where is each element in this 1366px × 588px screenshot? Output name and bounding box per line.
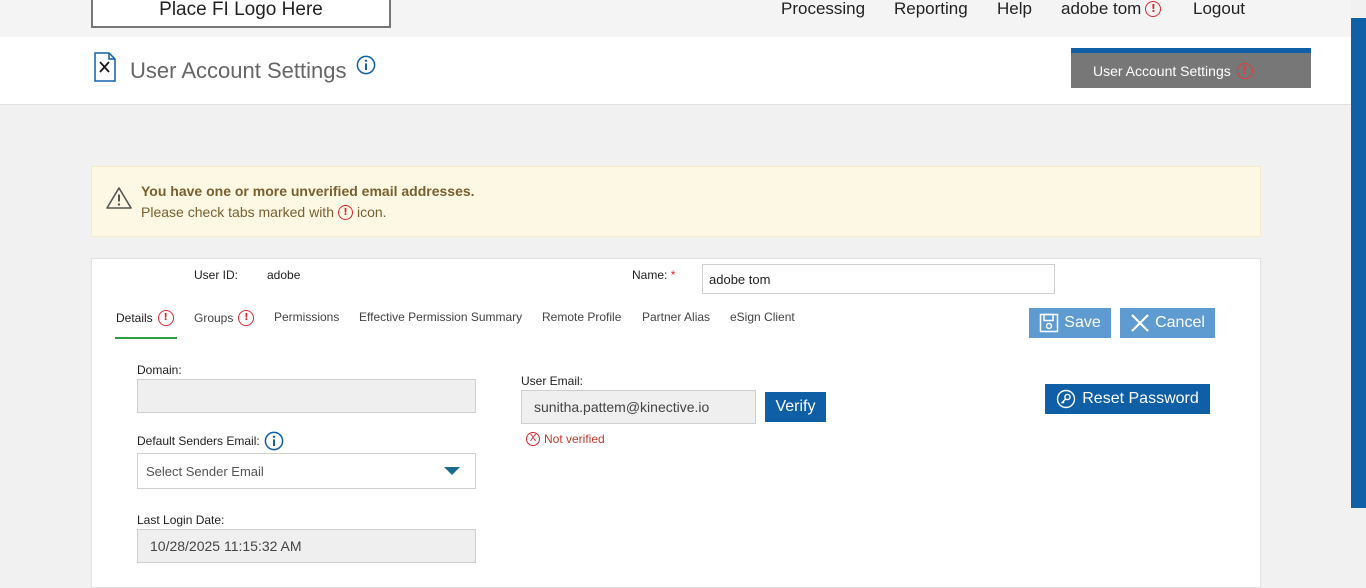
tab-partner-alias[interactable]: Partner Alias	[642, 310, 710, 324]
warning-icon	[106, 187, 132, 209]
sender-email-select[interactable]: Select Sender Email	[137, 453, 476, 489]
tab-groups[interactable]: Groups !	[194, 310, 255, 326]
alert-icon: !	[1145, 1, 1162, 17]
info-icon[interactable]	[264, 431, 284, 451]
cancel-button[interactable]: Cancel	[1120, 308, 1215, 338]
verify-button[interactable]: Verify	[765, 392, 826, 422]
scrollbar[interactable]	[1351, 18, 1366, 508]
warning-message-suffix: icon.	[356, 204, 387, 220]
sender-select-placeholder: Select Sender Email	[146, 463, 264, 479]
active-tab-indicator	[115, 337, 177, 339]
user-account-settings-tab[interactable]: User Account Settings !	[1071, 48, 1311, 88]
tab-permissions[interactable]: Permissions	[274, 310, 339, 324]
info-icon[interactable]	[356, 55, 376, 75]
save-icon	[1040, 313, 1059, 333]
default-senders-label-text: Default Senders Email:	[137, 434, 260, 448]
warning-banner	[91, 166, 1261, 237]
nav-processing[interactable]: Processing	[781, 0, 865, 18]
default-senders-label: Default Senders Email:	[137, 431, 284, 451]
alert-icon: !	[337, 204, 353, 220]
nav-reporting[interactable]: Reporting	[894, 0, 968, 18]
alert-icon: !	[157, 310, 174, 326]
tab-effective-permission-summary[interactable]: Effective Permission Summary	[359, 310, 522, 324]
nav-user-menu[interactable]: adobe tom !	[1061, 0, 1162, 18]
logo-placeholder[interactable]: Place FI Logo Here	[91, 0, 391, 28]
nav-user-name: adobe tom	[1061, 0, 1142, 18]
name-label: Name: *	[632, 268, 675, 282]
x-circle-icon: X	[526, 432, 540, 446]
warning-message-text: Please check tabs marked with	[141, 204, 334, 220]
warning-title: You have one or more unverified email ad…	[141, 183, 475, 199]
alert-icon: !	[238, 310, 255, 326]
alert-icon: !	[1236, 62, 1253, 79]
name-input[interactable]	[702, 264, 1055, 294]
email-status: X Not verified	[526, 432, 605, 446]
user-email-label: User Email:	[521, 374, 584, 388]
tab-groups-label: Groups	[194, 311, 234, 325]
nav-logout[interactable]: Logout	[1193, 0, 1245, 18]
nav-help[interactable]: Help	[997, 0, 1032, 18]
tab-details[interactable]: Details !	[116, 310, 174, 326]
name-label-text: Name:	[632, 268, 668, 282]
last-login-input: 10/28/2025 11:15:32 AM	[137, 529, 476, 563]
reset-password-label: Reset Password	[1082, 390, 1199, 407]
chevron-down-icon	[444, 467, 460, 475]
document-settings-icon	[94, 52, 116, 82]
tab-esign-client[interactable]: eSign Client	[730, 310, 795, 324]
warning-message: Please check tabs marked with ! icon.	[141, 204, 387, 220]
save-button[interactable]: Save	[1029, 308, 1111, 338]
cancel-label: Cancel	[1155, 314, 1205, 331]
reset-password-button[interactable]: Reset Password	[1045, 384, 1210, 414]
tab-button-label: User Account Settings	[1093, 62, 1231, 79]
tab-remote-profile[interactable]: Remote Profile	[542, 310, 621, 324]
last-login-label: Last Login Date:	[137, 513, 225, 527]
domain-input[interactable]	[137, 379, 476, 413]
close-icon	[1131, 314, 1149, 332]
key-icon	[1057, 389, 1076, 409]
page-title: User Account Settings	[130, 58, 347, 83]
user-email-input[interactable]: sunitha.pattem@kinective.io	[521, 390, 756, 424]
email-status-text: Not verified	[544, 432, 605, 446]
user-id-label: User ID:	[194, 268, 239, 282]
domain-label: Domain:	[137, 363, 182, 377]
tab-details-label: Details	[116, 311, 153, 325]
user-id-value: adobe	[267, 268, 301, 282]
required-marker: *	[670, 268, 676, 282]
save-label: Save	[1064, 314, 1101, 331]
